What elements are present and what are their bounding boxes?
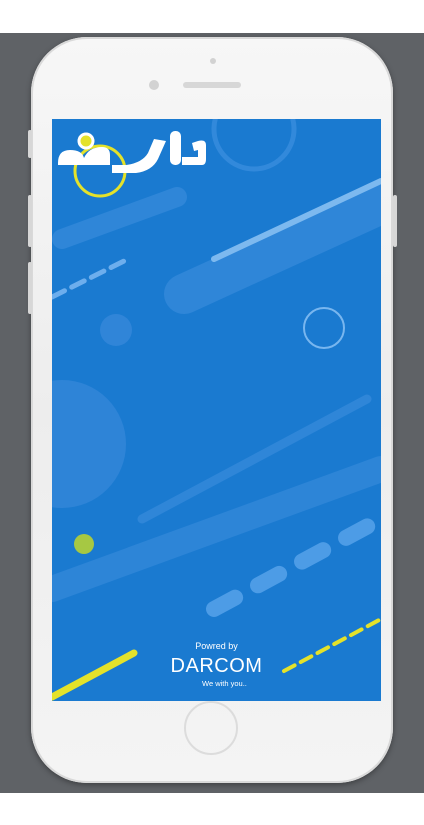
dashed-stripe	[52, 256, 131, 300]
top-ring	[211, 119, 297, 172]
front-camera	[149, 80, 159, 90]
stripe	[52, 187, 187, 249]
app-logo	[58, 131, 206, 173]
logo-glyph-ra	[112, 139, 166, 173]
green-dot	[74, 534, 94, 554]
earpiece-speaker	[183, 82, 241, 88]
logo-glyph-kaf	[58, 147, 110, 165]
volume-down-button	[28, 262, 32, 314]
large-blob	[52, 380, 126, 508]
proximity-sensor	[210, 58, 216, 64]
powered-by-label: Powred by	[195, 641, 238, 651]
splash-screen: Powred by DARCOM We with you..	[52, 119, 381, 701]
power-button	[393, 195, 397, 247]
stripe	[137, 394, 372, 524]
volume-up-button	[28, 195, 32, 247]
logo-glyph-dal	[182, 140, 206, 165]
small-ring	[303, 307, 345, 349]
mute-switch	[28, 130, 32, 158]
background-decoration	[52, 119, 381, 701]
logo-dot-icon	[77, 132, 95, 150]
brand-name: DARCOM	[170, 655, 263, 677]
stripe	[164, 184, 381, 314]
home-button[interactable]	[184, 701, 238, 755]
logo-glyph-alef	[170, 131, 181, 165]
small-blob	[100, 314, 132, 346]
brand-tagline: We with you..	[202, 679, 247, 688]
